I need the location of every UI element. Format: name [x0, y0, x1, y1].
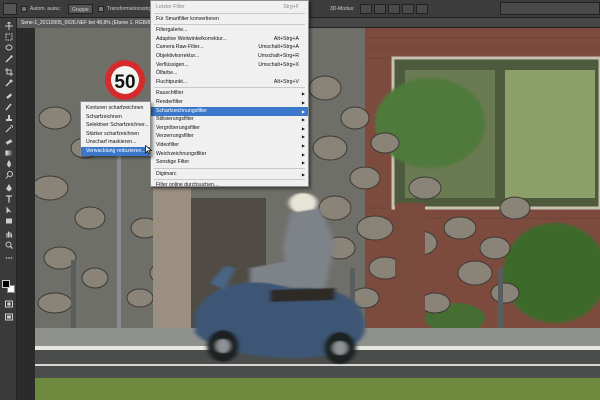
move-tool-preset-icon[interactable] — [3, 3, 17, 15]
filter-menu-item-label: Fluchtpunkt... — [156, 78, 188, 85]
transform-controls-label: Transformationsstrg. — [107, 6, 153, 12]
zoom-tool-icon[interactable] — [3, 240, 14, 249]
auto-select-dropdown[interactable]: Gruppe — [68, 4, 93, 14]
blur-tool-icon[interactable] — [3, 159, 14, 168]
transform-controls-checkbox[interactable] — [98, 6, 104, 12]
filter-menu-item[interactable]: Digimarc ▶ — [151, 170, 308, 179]
photo-image: 50 — [35, 28, 600, 400]
filter-menu-item[interactable]: Filter online durchsuchen... — [151, 181, 308, 190]
menu-separator — [154, 167, 305, 169]
shape-tool-icon[interactable] — [3, 216, 14, 225]
sharpen-submenu: Konturen scharfzeichnen Scharfzeichnen Sel… — [80, 101, 151, 156]
slide-3d-button[interactable] — [402, 4, 414, 14]
filter-menu-item[interactable]: Sonstige Filter ▶ — [151, 158, 308, 167]
scale-3d-button[interactable] — [416, 4, 428, 14]
path-select-tool-icon[interactable] — [3, 205, 14, 214]
quick-mask-icon[interactable] — [3, 299, 14, 308]
mouse-cursor-icon — [145, 145, 152, 155]
filter-menu-item[interactable]: Fluchtpunkt... Alt+Strg+V — [151, 78, 308, 87]
move-tool-icon[interactable] — [3, 21, 14, 30]
document-tab-title: Sene-1_20110905_0626.NEF bei 48,8% (Eben… — [21, 20, 158, 26]
filter-menu-item-label: Digimarc — [156, 170, 177, 177]
clone-stamp-tool-icon[interactable] — [3, 113, 14, 122]
filter-menu-item-label: Sonstige Filter — [156, 159, 190, 166]
marquee-tool-icon[interactable] — [3, 32, 14, 41]
filter-menu-item-label: Für Smartfilter konvertieren — [156, 15, 219, 22]
more-tools-icon[interactable] — [3, 253, 14, 262]
quick-select-tool-icon[interactable] — [3, 54, 14, 63]
filter-menu-item: Letzter Filter Strg+F — [151, 3, 308, 12]
dodge-tool-icon[interactable] — [3, 170, 14, 179]
filter-menu-item[interactable]: Für Smartfilter konvertieren — [151, 15, 308, 24]
filter-menu-item-label: Letzter Filter — [156, 4, 185, 10]
drag-3d-button[interactable] — [388, 4, 400, 14]
crop-tool-icon[interactable] — [3, 67, 14, 76]
eraser-tool-icon[interactable] — [3, 137, 14, 146]
screen-mode-icon[interactable] — [3, 312, 14, 321]
history-brush-tool-icon[interactable] — [3, 124, 14, 133]
workspace-dropdown[interactable] — [500, 2, 600, 15]
sharpen-submenu-item[interactable]: Verwacklung reduzieren... — [81, 147, 150, 156]
brush-tool-icon[interactable] — [3, 102, 14, 111]
auto-select-label: Autom. ausw.: — [30, 6, 62, 12]
rotate-3d-button[interactable] — [360, 4, 372, 14]
photoshop-window: Autom. ausw.: Gruppe Transformationsstrg… — [0, 0, 600, 400]
filter-menu-item-label: Filter online durchsuchen... — [156, 182, 219, 189]
eyedropper-tool-icon[interactable] — [3, 78, 14, 87]
hand-tool-icon[interactable] — [3, 229, 14, 238]
tools-panel — [0, 18, 17, 400]
mode-3d-label: 3D-Modus: — [330, 6, 355, 12]
roll-3d-button[interactable] — [374, 4, 386, 14]
filter-menu: Letzter Filter Strg+F Für Smartfilter konv… — [150, 0, 309, 190]
filter-menu-item-shortcut: Strg+F — [283, 4, 299, 10]
pen-tool-icon[interactable] — [3, 183, 14, 192]
foreground-color-swatch[interactable] — [2, 280, 10, 288]
menu-separator — [154, 12, 305, 14]
color-swatches[interactable] — [2, 280, 16, 294]
auto-select-checkbox[interactable] — [21, 6, 27, 12]
submenu-arrow-icon: ▶ — [301, 160, 305, 166]
healing-brush-tool-icon[interactable] — [3, 91, 14, 100]
gradient-tool-icon[interactable] — [3, 148, 14, 157]
lasso-tool-icon[interactable] — [3, 43, 14, 52]
speed-limit-sign-text: 50 — [114, 72, 135, 93]
menu-separator — [154, 87, 305, 89]
document-tab[interactable]: Sene-1_20110905_0626.NEF bei 48,8% (Eben… — [17, 18, 170, 28]
menu-separator — [154, 24, 305, 26]
filter-menu-item-shortcut: Alt+Strg+V — [273, 78, 299, 85]
type-tool-icon[interactable] — [3, 194, 14, 203]
sharpen-submenu-item-label: Verwacklung reduzieren... — [86, 148, 146, 154]
submenu-arrow-icon: ▶ — [301, 171, 305, 177]
document-canvas[interactable]: 50 — [35, 28, 600, 400]
menu-separator — [154, 179, 305, 181]
